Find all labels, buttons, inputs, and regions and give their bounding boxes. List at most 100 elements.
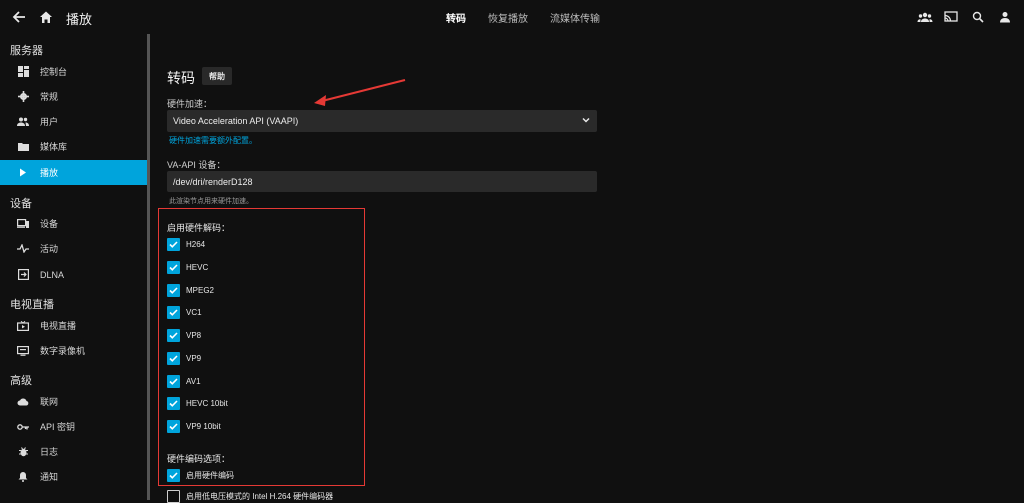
sidebar-item-libraries[interactable]: 媒体库 bbox=[0, 134, 147, 159]
sidebar-item-logs[interactable]: 日志 bbox=[0, 439, 147, 464]
sidebar-item-dashboard[interactable]: 控制台 bbox=[0, 59, 147, 84]
sidebar-item-label: 数字录像机 bbox=[40, 346, 86, 356]
codec-av1-checkbox[interactable]: AV1 bbox=[167, 375, 201, 388]
dashboard-icon bbox=[17, 66, 29, 78]
tab-transcoding[interactable]: 转码 bbox=[446, 10, 466, 25]
vaapi-device-hint: 此渲染节点用来硬件加速。 bbox=[169, 198, 253, 205]
sidebar-item-playback[interactable]: 播放 bbox=[0, 160, 147, 185]
sidebar-item-label: 播放 bbox=[40, 168, 59, 178]
vaapi-device-label: VA-API 设备： bbox=[167, 160, 226, 170]
checkmark-icon bbox=[167, 238, 180, 251]
codec-h264-checkbox[interactable]: H264 bbox=[167, 238, 205, 251]
codec-label: AV1 bbox=[186, 377, 201, 386]
help-button[interactable]: 帮助 bbox=[202, 67, 232, 85]
home-icon[interactable] bbox=[37, 8, 55, 26]
sidebar-item-devices[interactable]: 设备 bbox=[0, 211, 147, 236]
main-content: 转码 帮助 硬件加速： Video Acceleration API (VAAP… bbox=[158, 34, 1007, 503]
vaapi-device-input[interactable]: /dev/dri/renderD128 bbox=[167, 171, 597, 192]
checkmark-icon bbox=[167, 397, 180, 410]
codec-label: VP8 bbox=[186, 331, 202, 340]
sidebar-item-label: 日志 bbox=[40, 447, 59, 457]
sidebar-item-label: 电视直播 bbox=[40, 321, 77, 331]
codec-vp9-10bit-checkbox[interactable]: VP9 10bit bbox=[167, 420, 221, 433]
sidebar: 服务器 控制台 常规 用户 媒体库 播放 设备 设备 活动 DLNA 电视直播 … bbox=[0, 34, 150, 500]
sidebar-item-live-tv[interactable]: 电视直播 bbox=[0, 313, 147, 338]
live-tv-icon bbox=[17, 320, 29, 332]
sidebar-item-label: 控制台 bbox=[40, 67, 68, 77]
hw-accel-help-link[interactable]: 硬件加速需要额外配置。 bbox=[169, 135, 257, 146]
checkmark-icon bbox=[167, 375, 180, 388]
codec-label: VP9 10bit bbox=[186, 422, 221, 431]
codec-hevc-checkbox[interactable]: HEVC bbox=[167, 261, 208, 274]
codec-vc1-checkbox[interactable]: VC1 bbox=[167, 306, 202, 319]
bug-icon bbox=[17, 446, 29, 458]
codec-vp9-checkbox[interactable]: VP9 bbox=[167, 352, 201, 365]
codec-hevc-10bit-checkbox[interactable]: HEVC 10bit bbox=[167, 397, 228, 410]
sidebar-item-label: 设备 bbox=[40, 219, 59, 229]
dlna-icon bbox=[17, 269, 29, 281]
sidebar-item-label: 用户 bbox=[40, 117, 59, 127]
hw-accel-select[interactable]: Video Acceleration API (VAAPI) bbox=[167, 110, 597, 132]
sidebar-item-label: API 密钥 bbox=[40, 422, 76, 432]
intel-low-power-checkbox[interactable]: 启用低电压模式的 Intel H.264 硬件编码器 bbox=[167, 490, 333, 503]
search-icon[interactable] bbox=[969, 8, 987, 26]
sidebar-item-activity[interactable]: 活动 bbox=[0, 236, 147, 261]
sidebar-item-label: 媒体库 bbox=[40, 142, 68, 152]
user-account-icon[interactable] bbox=[996, 8, 1014, 26]
codec-label: VC1 bbox=[186, 308, 202, 317]
sidebar-scrollbar[interactable] bbox=[147, 34, 150, 500]
folder-icon bbox=[17, 141, 29, 153]
sidebar-item-notifications[interactable]: 通知 bbox=[0, 464, 147, 489]
tab-streaming[interactable]: 流媒体传输 bbox=[550, 10, 600, 25]
codec-label: MPEG2 bbox=[186, 286, 215, 295]
sidebar-item-networking[interactable]: 联网 bbox=[0, 389, 147, 414]
checkmark-icon bbox=[167, 469, 180, 482]
sidebar-section-advanced: 高级 bbox=[10, 375, 32, 387]
hw-accel-value: Video Acceleration API (VAAPI) bbox=[173, 116, 299, 126]
codec-vp8-checkbox[interactable]: VP8 bbox=[167, 329, 201, 342]
sidebar-item-label: DLNA bbox=[40, 269, 65, 280]
checkmark-icon bbox=[167, 352, 180, 365]
tab-bar: 转码 恢复播放 流媒体传输 bbox=[446, 10, 600, 25]
vaapi-device-value: /dev/dri/renderD128 bbox=[173, 176, 253, 187]
sidebar-item-users[interactable]: 用户 bbox=[0, 109, 147, 134]
play-icon bbox=[17, 167, 29, 179]
sidebar-section-live-tv: 电视直播 bbox=[10, 299, 54, 311]
sidebar-item-label: 联网 bbox=[40, 397, 59, 407]
codec-label: HEVC bbox=[186, 263, 209, 272]
bell-icon bbox=[17, 471, 29, 483]
checkmark-icon bbox=[167, 261, 180, 274]
codec-label: HEVC 10bit bbox=[186, 399, 228, 408]
activity-icon bbox=[17, 243, 29, 255]
sidebar-item-general[interactable]: 常规 bbox=[0, 84, 147, 109]
hw-encode-label: 硬件编码选项： bbox=[167, 454, 231, 464]
users-group-icon[interactable] bbox=[916, 8, 934, 26]
checkmark-icon bbox=[167, 329, 180, 342]
option-label: 启用硬件编码 bbox=[186, 471, 234, 480]
gear-icon bbox=[17, 91, 29, 103]
dvr-icon bbox=[17, 345, 29, 357]
sidebar-item-label: 活动 bbox=[40, 244, 59, 254]
tab-resume[interactable]: 恢复播放 bbox=[488, 10, 528, 25]
sidebar-item-api-keys[interactable]: API 密钥 bbox=[0, 414, 147, 439]
cast-icon[interactable] bbox=[942, 8, 960, 26]
top-bar: 播放 转码 恢复播放 流媒体传输 bbox=[0, 0, 1024, 34]
codec-label: H264 bbox=[186, 240, 206, 249]
sidebar-section-devices: 设备 bbox=[10, 198, 32, 210]
back-arrow-icon[interactable] bbox=[10, 8, 28, 26]
sidebar-item-dvr[interactable]: 数字录像机 bbox=[0, 338, 147, 363]
unchecked-box-icon bbox=[167, 490, 180, 503]
section-title: 转码 bbox=[167, 70, 195, 86]
cloud-icon bbox=[17, 396, 29, 408]
checkmark-icon bbox=[167, 284, 180, 297]
sidebar-item-label: 常规 bbox=[40, 92, 59, 102]
checkmark-icon bbox=[167, 420, 180, 433]
devices-icon bbox=[17, 218, 29, 230]
option-label: 启用低电压模式的 Intel H.264 硬件编码器 bbox=[186, 492, 334, 501]
enable-hw-encoding-checkbox[interactable]: 启用硬件编码 bbox=[167, 469, 234, 482]
page-title: 播放 bbox=[66, 12, 93, 27]
sidebar-item-label: 通知 bbox=[40, 472, 59, 482]
codec-mpeg2-checkbox[interactable]: MPEG2 bbox=[167, 284, 214, 297]
hw-accel-label: 硬件加速： bbox=[167, 99, 213, 109]
sidebar-item-dlna[interactable]: DLNA bbox=[0, 262, 147, 287]
